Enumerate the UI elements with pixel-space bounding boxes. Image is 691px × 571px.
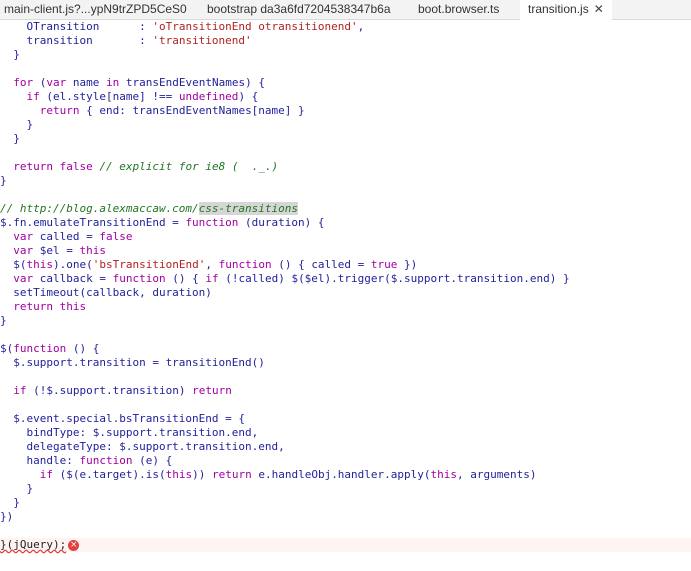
code-line: }: [0, 496, 20, 509]
code-line: // http://blog.alexmaccaw.com/css-transi…: [0, 202, 299, 215]
code-line: }(jQuery); ×: [0, 538, 691, 552]
code-line: delegateType: $.support.transition.end,: [0, 440, 285, 453]
code-line: }: [0, 132, 20, 145]
code-line: $(this).one('bsTransitionEnd', function …: [0, 258, 418, 271]
tab-label: main-client.js?...ypN9trZPD5CeS0: [4, 2, 187, 16]
code-line: var called = false: [13, 230, 133, 243]
code-line: handle: function (e) {: [0, 454, 173, 467]
code-line: if (el.style[name] !== undefined) {: [26, 90, 259, 103]
code-line: return false // explicit for ie8 ( ._.): [13, 160, 279, 173]
code-line: }): [0, 510, 14, 523]
close-icon[interactable]: ✕: [594, 2, 604, 16]
code-line: $.event.special.bsTransitionEnd = {: [0, 412, 246, 425]
code-line: for (var name in transEndEventNames) {: [13, 76, 265, 89]
code-line: return this: [13, 300, 87, 313]
code-line: }: [0, 314, 7, 327]
code-line: $(function () {: [0, 342, 100, 355]
tab-transition[interactable]: transition.js ✕: [520, 0, 612, 22]
code-line: }: [0, 118, 34, 131]
code-line: }: [0, 174, 7, 187]
code-line: bindType: $.support.transition.end,: [0, 426, 259, 439]
code-line: return { end: transEndEventNames[name] }: [39, 104, 305, 117]
code-line: setTimeout(callback, duration): [0, 286, 212, 299]
code-line: if (!$.support.transition) return: [13, 384, 232, 397]
editor-tab-bar: main-client.js?...ypN9trZPD5CeS0 bootstr…: [0, 0, 691, 22]
code-line: transition : 'transitionend': [0, 34, 252, 47]
code-line: }: [0, 48, 20, 61]
tab-boot-browser[interactable]: boot.browser.ts: [418, 0, 499, 20]
tab-label: transition.js: [528, 2, 589, 16]
code-line: if ($(e.target).is(this)) return e.handl…: [39, 468, 537, 481]
tab-bootstrap[interactable]: bootstrap da3a6fd7204538347b6a: [207, 0, 391, 20]
code-line: var callback = function () { if (!called…: [13, 272, 570, 285]
tab-label: boot.browser.ts: [418, 2, 500, 16]
code-editor[interactable]: OTransition : 'oTransitionEnd otransitio…: [0, 20, 691, 571]
code-line: $.support.transition = transitionEnd(): [0, 356, 265, 369]
code-line: OTransition : 'oTransitionEnd otransitio…: [0, 20, 365, 33]
code-line: $.fn.emulateTransitionEnd = function (du…: [0, 216, 325, 229]
code-line: var $el = this: [13, 244, 106, 257]
code-line: }: [0, 482, 34, 495]
tab-label: bootstrap da3a6fd7204538347b6a: [207, 2, 391, 16]
tab-main-client[interactable]: main-client.js?...ypN9trZPD5CeS0: [4, 0, 187, 20]
error-icon[interactable]: ×: [68, 539, 80, 551]
